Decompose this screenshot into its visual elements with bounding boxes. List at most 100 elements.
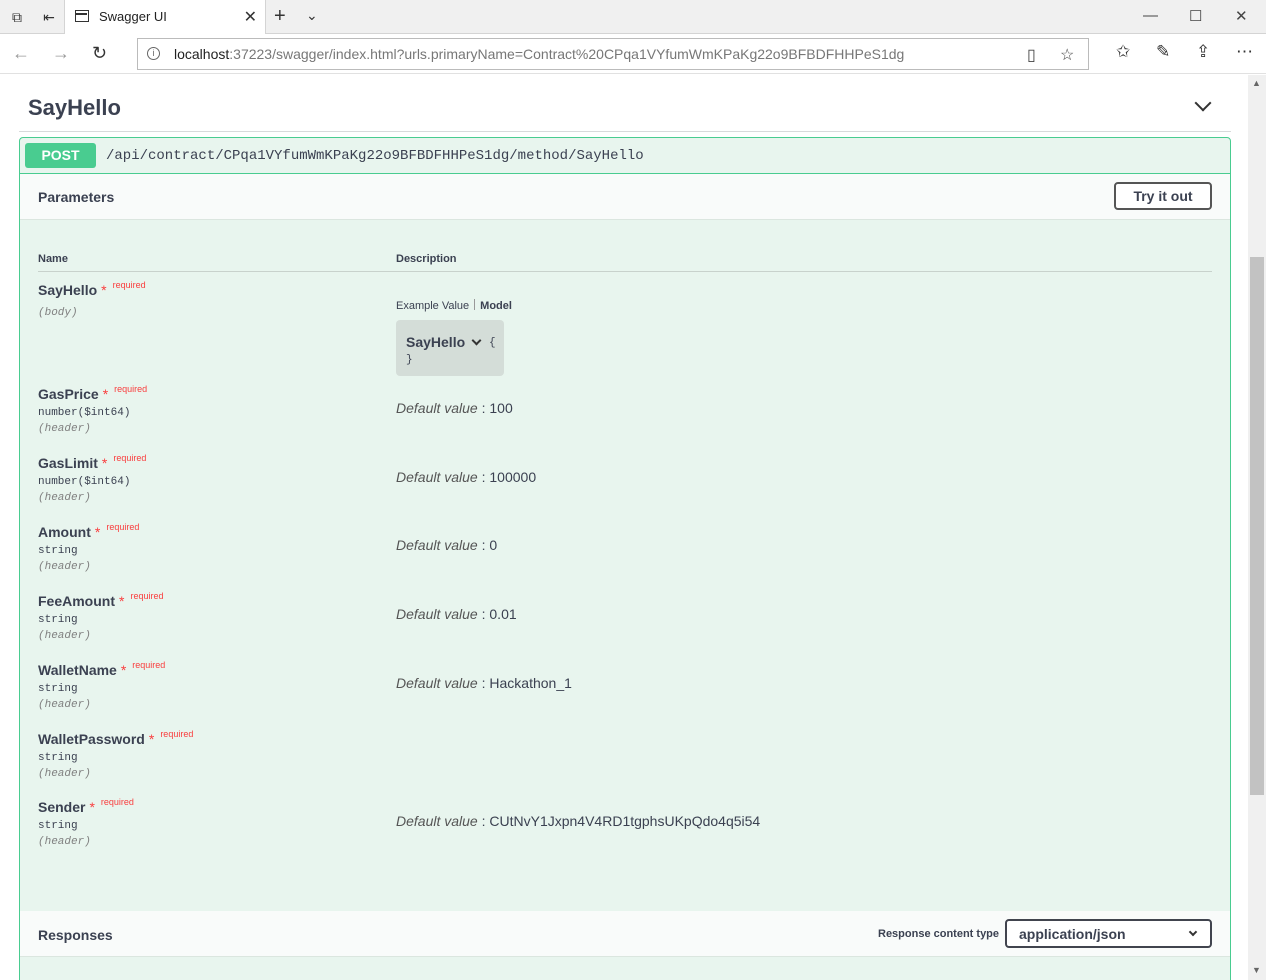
maximize-icon[interactable]: ☐: [1189, 7, 1202, 25]
param-type: number($int64): [38, 476, 131, 488]
site-info-icon[interactable]: i: [147, 47, 160, 60]
model-expand-chevron-icon[interactable]: [471, 335, 482, 346]
scroll-up-arrow-icon[interactable]: ▲: [1252, 78, 1261, 88]
model-name[interactable]: SayHello: [406, 334, 465, 350]
param-name: GasLimit: [38, 455, 98, 471]
param-in: (header): [38, 561, 91, 573]
default-value: 100000: [489, 469, 537, 485]
refresh-icon[interactable]: ↻: [92, 43, 107, 64]
column-name-header: Name: [38, 253, 68, 265]
param-row-feeamount: FeeAmount * required string (header): [38, 591, 378, 642]
operation-summary[interactable]: POST /api/contract/CPqa1VYfumWmKPaKg22o9…: [20, 138, 1230, 174]
param-row-walletname: WalletName * required string (header): [38, 660, 378, 711]
url-field[interactable]: i localhost:37223/swagger/index.html?url…: [137, 38, 1089, 70]
title-bar: ⧉ ⇤ Swagger UI ✕ + ⌄ — ☐ ✕: [0, 0, 1266, 34]
set-aside-tabs-icon[interactable]: ⇤: [40, 8, 58, 26]
browser-tab[interactable]: Swagger UI ✕: [64, 0, 266, 34]
page-content: SayHello POST /api/contract/CPqa1VYfumWm…: [0, 75, 1248, 980]
close-tab-icon[interactable]: ✕: [244, 7, 257, 27]
required-star: *: [89, 799, 95, 815]
more-menu-icon[interactable]: ⋯: [1236, 42, 1253, 62]
scroll-down-arrow-icon[interactable]: ▼: [1252, 965, 1261, 975]
param-in: (header): [38, 699, 91, 711]
required-star: *: [101, 282, 107, 298]
model-brace-open: {: [489, 337, 496, 349]
default-value: CUtNvY1Jxpn4V4RD1tgphsUKpQdo4q5i54: [489, 813, 761, 829]
parameters-label: Parameters: [38, 189, 115, 205]
param-name: SayHello: [38, 282, 98, 298]
required-label: required: [130, 591, 164, 601]
model-brace-close: }: [406, 354, 413, 366]
default-value: Hackathon_1: [489, 675, 572, 691]
parameters-header: Parameters Try it out: [20, 174, 1230, 220]
required-label: required: [160, 729, 194, 739]
share-icon[interactable]: ⇪: [1196, 42, 1210, 62]
param-default-gasprice: Default value : 100: [396, 400, 513, 416]
reading-view-icon[interactable]: ▯: [1027, 45, 1036, 65]
try-it-out-button[interactable]: Try it out: [1114, 182, 1212, 210]
url-host: localhost: [174, 46, 230, 62]
required-label: required: [132, 660, 166, 670]
method-badge: POST: [25, 143, 96, 168]
scrollbar-thumb[interactable]: [1250, 257, 1264, 795]
param-default-gaslimit: Default value : 100000: [396, 469, 537, 485]
tab-manager-icon[interactable]: ⧉: [8, 8, 26, 26]
example-model-tabs: Example Value Model: [396, 299, 512, 312]
minimize-icon[interactable]: —: [1143, 7, 1158, 24]
param-name: FeeAmount: [38, 593, 115, 609]
example-value-tab[interactable]: Example Value: [396, 300, 469, 312]
model-tab[interactable]: Model: [480, 300, 512, 312]
url-rest: :37223/swagger/index.html?urls.primaryNa…: [229, 46, 905, 62]
response-content-type-label: Response content type: [878, 928, 1000, 940]
param-default-feeamount: Default value : 0.01: [396, 606, 517, 622]
new-tab-icon[interactable]: +: [274, 5, 286, 28]
param-row-gaslimit: GasLimit * required number($int64) (header…: [38, 453, 378, 504]
section-header[interactable]: SayHello: [19, 75, 1231, 132]
required-star: *: [120, 662, 127, 678]
collapse-chevron-icon[interactable]: [1194, 94, 1212, 112]
tab-list-chevron-icon[interactable]: ⌄: [306, 7, 318, 24]
param-name: WalletPassword: [38, 731, 145, 747]
column-description-header: Description: [396, 253, 457, 265]
param-row-sayhello: SayHello * required (body): [38, 280, 378, 319]
param-name: Amount: [38, 524, 91, 540]
param-in: (header): [38, 768, 91, 780]
back-icon[interactable]: ←: [12, 43, 30, 64]
default-value-label: Default value: [396, 469, 478, 485]
forward-icon[interactable]: →: [52, 43, 70, 64]
vertical-scrollbar[interactable]: ▲ ▼: [1248, 75, 1266, 980]
header-divider: [38, 271, 1212, 272]
default-value-label: Default value: [396, 537, 478, 553]
responses-header: Responses Response content type applicat…: [20, 911, 1230, 957]
required-star: *: [94, 524, 101, 540]
param-type: string: [38, 683, 78, 695]
param-in: (header): [38, 423, 91, 435]
section-title: SayHello: [28, 95, 121, 120]
favorites-list-icon[interactable]: ✩: [1116, 42, 1130, 62]
param-default-amount: Default value : 0: [396, 537, 498, 553]
param-name: GasPrice: [38, 386, 99, 402]
param-in: (body): [38, 307, 78, 319]
param-row-walletpassword: WalletPassword * required string (header): [38, 729, 378, 780]
responses-label: Responses: [38, 927, 113, 943]
tab-title: Swagger UI: [99, 9, 167, 24]
default-value-label: Default value: [396, 675, 478, 691]
default-value-label: Default value: [396, 813, 478, 829]
web-note-icon[interactable]: ✎: [1156, 42, 1170, 62]
required-star: *: [101, 455, 108, 471]
select-chevron-icon: [1188, 927, 1198, 937]
param-default-sender: Default value : CUtNvY1Jxpn4V4RD1tgphsUK…: [396, 813, 761, 829]
close-window-icon[interactable]: ✕: [1235, 7, 1248, 25]
required-label: required: [114, 384, 148, 394]
default-value-label: Default value: [396, 400, 478, 416]
required-label: required: [113, 453, 147, 463]
page-favicon-icon: [75, 10, 89, 22]
response-content-type-select[interactable]: application/json: [1005, 919, 1212, 948]
param-type: string: [38, 752, 78, 764]
favorite-star-icon[interactable]: ☆: [1060, 45, 1074, 65]
tab-separator: [474, 299, 476, 310]
param-in: (header): [38, 492, 91, 504]
param-name: Sender: [38, 799, 86, 815]
operation-path: /api/contract/CPqa1VYfumWmKPaKg22o9BFBDF…: [106, 148, 644, 164]
default-value-label: Default value: [396, 606, 478, 622]
